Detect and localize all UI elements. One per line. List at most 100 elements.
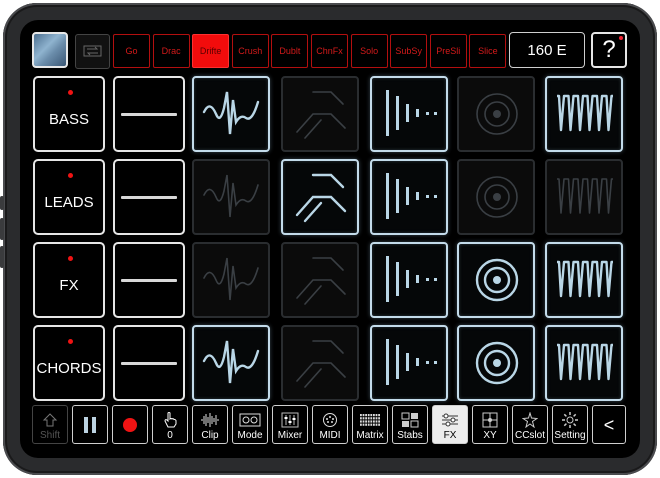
fx-cell-comb[interactable] xyxy=(545,325,623,401)
fx-cell-comb[interactable] xyxy=(545,242,623,318)
envelope-icon xyxy=(296,91,346,139)
scene-button-solo[interactable]: Solo xyxy=(350,34,388,68)
volume-slider[interactable] xyxy=(113,325,185,401)
bars-icon xyxy=(386,339,437,385)
fx-cell-bars[interactable] xyxy=(370,76,448,152)
fx-cell-rings[interactable] xyxy=(457,325,535,401)
hand-count: 0 xyxy=(167,430,173,441)
fx-cell-envelope[interactable] xyxy=(281,325,359,401)
track-leads[interactable]: LEADS xyxy=(33,159,105,235)
comb-icon xyxy=(557,178,613,214)
xy-label: XY xyxy=(483,430,497,441)
track-label: BASS xyxy=(48,111,90,128)
tempo-display[interactable]: 160 E xyxy=(509,32,585,68)
side-button xyxy=(0,196,4,210)
clip-button[interactable]: Clip xyxy=(192,405,228,444)
volume-bar xyxy=(121,113,177,116)
fx-cell-bars[interactable] xyxy=(370,325,448,401)
xy-button[interactable]: XY xyxy=(472,405,508,444)
fx-cell-comb[interactable] xyxy=(545,159,623,235)
setting-button[interactable]: Setting xyxy=(552,405,588,444)
fx-cell-envelope[interactable] xyxy=(281,159,359,235)
fx-cell-bars[interactable] xyxy=(370,159,448,235)
ccslot-button[interactable]: CCslot xyxy=(512,405,548,444)
volume-slider[interactable] xyxy=(113,76,185,152)
mixer-button[interactable]: Mixer xyxy=(272,405,308,444)
volume-bar xyxy=(121,196,177,199)
scene-button-drac[interactable]: Drac xyxy=(152,34,190,68)
mode-icon xyxy=(233,410,267,430)
notification-dot xyxy=(619,36,623,40)
ccslot-star-icon xyxy=(513,410,547,430)
stabs-label: Stabs xyxy=(397,430,423,441)
fx-cell-rings[interactable] xyxy=(457,242,535,318)
mixer-label: Mixer xyxy=(277,430,303,441)
shift-button[interactable]: Shift xyxy=(32,405,68,444)
matrix-button[interactable]: Matrix xyxy=(352,405,388,444)
scene-button-dublt[interactable]: Dublt xyxy=(271,34,309,68)
back-chevron-icon: < xyxy=(603,415,615,435)
clip-label: Clip xyxy=(201,430,219,441)
xy-pad-icon xyxy=(473,410,507,430)
bars-icon xyxy=(386,173,437,219)
track-label: CHORDS xyxy=(36,360,102,377)
matrix-label: Matrix xyxy=(356,430,384,441)
pause-button[interactable] xyxy=(72,405,108,444)
track-fx[interactable]: FX xyxy=(33,242,105,318)
wave-icon xyxy=(203,174,259,218)
fx-cell-wave[interactable] xyxy=(192,76,270,152)
midi-label: MIDI xyxy=(319,430,341,441)
fx-knobs-icon xyxy=(433,410,467,430)
mode-label: Mode xyxy=(237,430,263,441)
matrix-grid-icon xyxy=(353,410,387,430)
midi-button[interactable]: MIDI xyxy=(312,405,348,444)
track-active-dot xyxy=(68,256,73,261)
scene-button-go[interactable]: Go xyxy=(113,34,150,68)
scene-button-drifte[interactable]: Drifte xyxy=(192,34,230,68)
fx-cell-wave[interactable] xyxy=(192,325,270,401)
app-screen: Go Drac Drifte Crush Dublt ChnFx Solo SubSy PreS… xyxy=(20,20,640,458)
fx-cell-envelope[interactable] xyxy=(281,242,359,318)
back-button[interactable]: < xyxy=(592,405,626,444)
track-chords[interactable]: CHORDS xyxy=(33,325,105,401)
mode-button[interactable]: Mode xyxy=(232,405,268,444)
track-active-dot xyxy=(68,173,73,178)
track-active-dot xyxy=(68,90,73,95)
track-label: FX xyxy=(59,277,79,294)
clip-waveform-icon xyxy=(193,410,227,430)
fx-cell-comb[interactable] xyxy=(545,76,623,152)
scene-button-crush[interactable]: Crush xyxy=(231,34,269,68)
fx-cell-rings[interactable] xyxy=(457,76,535,152)
record-button[interactable] xyxy=(112,405,148,444)
fx-cell-wave[interactable] xyxy=(192,159,270,235)
bars-icon xyxy=(386,90,437,136)
setting-label: Setting xyxy=(554,430,586,441)
ccslot-label: CCslot xyxy=(514,430,545,441)
stabs-button[interactable]: Stabs xyxy=(392,405,428,444)
help-button[interactable]: ? xyxy=(591,32,627,68)
fx-cell-wave[interactable] xyxy=(192,242,270,318)
hand-button[interactable]: 0 xyxy=(152,405,188,444)
rings-icon xyxy=(476,176,518,218)
rings-icon xyxy=(475,258,519,302)
fx-cell-rings[interactable] xyxy=(457,159,535,235)
swap-icon[interactable] xyxy=(75,34,110,69)
stabs-icon xyxy=(393,410,427,430)
scene-button-chnfx[interactable]: ChnFx xyxy=(311,34,348,68)
wave-icon xyxy=(203,257,259,301)
shift-arrow-icon xyxy=(33,410,67,430)
track-bass[interactable]: BASS xyxy=(33,76,105,152)
gear-icon xyxy=(553,410,587,430)
volume-slider[interactable] xyxy=(113,159,185,235)
shift-label: Shift xyxy=(39,430,60,441)
fx-cell-envelope[interactable] xyxy=(281,76,359,152)
comb-icon xyxy=(557,343,613,381)
project-thumbnail[interactable] xyxy=(32,32,68,68)
fx-label: FX xyxy=(443,430,457,441)
scene-button-subsy[interactable]: SubSy xyxy=(390,34,428,68)
scene-button-slice[interactable]: Slice xyxy=(469,34,507,68)
volume-slider[interactable] xyxy=(113,242,185,318)
fx-button[interactable]: FX xyxy=(432,405,468,444)
scene-button-presli[interactable]: PreSli xyxy=(429,34,467,68)
fx-cell-bars[interactable] xyxy=(370,242,448,318)
